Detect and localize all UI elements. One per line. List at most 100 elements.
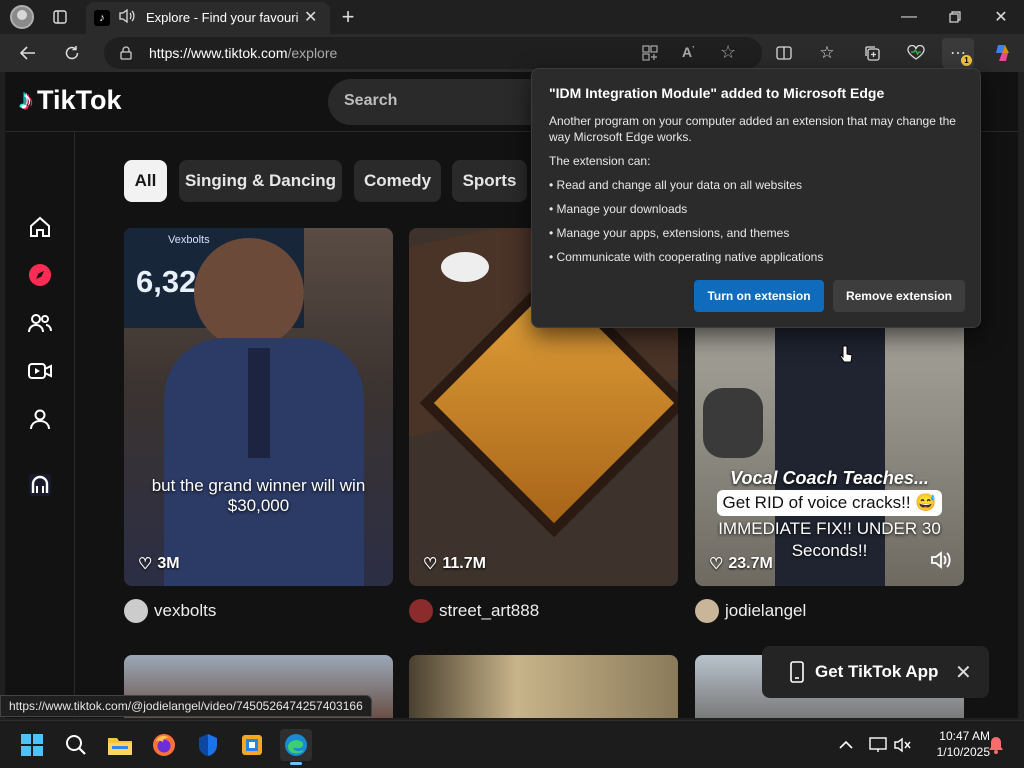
side-navigation [5,132,75,718]
avatar [695,599,719,623]
home-icon[interactable] [25,212,55,242]
url-host: https://www.tiktok.com [149,45,288,61]
likes-value: 11.7M [442,555,486,572]
video-author-2[interactable]: street_art888 [409,598,539,624]
live-icon[interactable] [25,356,55,386]
overlay-banner: Get RID of voice cracks!! 😅 [717,490,942,516]
avatar [124,599,148,623]
settings-more-icon[interactable]: ⋯ 1 [942,38,974,68]
permission-item: • Communicate with cooperating native ap… [549,250,824,264]
permission-item: • Manage your downloads [549,202,688,216]
chip-all[interactable]: All [124,160,167,202]
active-tab[interactable]: ♪ Explore - Find your favourite ✕ [86,2,330,34]
video-card-5[interactable] [409,655,678,718]
likes-count: ♡ 3M [138,554,180,574]
volume-muted-icon[interactable] [886,729,918,761]
plate [441,252,489,282]
notification-badge: 1 [961,55,972,66]
new-tab-button[interactable]: + [332,2,364,32]
tab-close-icon[interactable]: ✕ [304,7,317,27]
screen-label: Vexbolts [168,234,210,246]
profile-avatar[interactable] [10,5,34,29]
heart-icon: ♡ [138,556,153,573]
back-button[interactable] [12,38,44,68]
url-field[interactable]: https://www.tiktok.com/explore Aʼ ☆ [104,37,762,69]
volume-icon[interactable] [930,551,952,574]
overlay-title: Vocal Coach Teaches... [730,468,929,488]
video-caption-line2: $30,000 [227,496,290,515]
remove-extension-button[interactable]: Remove extension [833,280,965,312]
likes-count: ♡ 23.7M [709,554,773,574]
close-banner-icon[interactable]: ✕ [955,660,972,685]
search-icon[interactable] [60,729,92,761]
chip-singing-dancing[interactable]: Singing & Dancing [179,160,342,202]
idm-extension-icon[interactable] [25,470,55,500]
start-windows-icon[interactable] [16,729,48,761]
person-figure [194,238,304,348]
chip-comedy[interactable]: Comedy [354,160,441,202]
heart-icon: ♡ [709,556,724,573]
tiktok-logo[interactable]: ♪ TikTok [19,84,122,116]
tab-actions-icon[interactable] [44,2,76,32]
file-explorer-icon[interactable] [104,729,136,761]
split-screen-icon[interactable] [768,38,800,68]
firefox-icon[interactable] [148,729,180,761]
minimize-button[interactable]: — [893,2,925,32]
tiktok-favicon: ♪ [94,10,110,26]
close-window-button[interactable]: ✕ [985,2,1017,32]
status-link-preview: https://www.tiktok.com/@jodielangel/vide… [0,695,372,717]
address-bar: https://www.tiktok.com/explore Aʼ ☆ ☆ ⋯ … [0,34,1024,72]
video-author-1[interactable]: vexbolts [124,598,216,624]
explore-compass-icon[interactable] [25,260,55,290]
defender-shield-icon[interactable] [192,729,224,761]
phone-icon [790,661,804,688]
username: vexbolts [154,601,217,620]
mouse-cursor-icon [838,344,854,371]
favorite-star-icon[interactable]: ☆ [720,42,736,63]
status-url: https://www.tiktok.com/@jodielangel/vide… [9,699,363,713]
video-author-3[interactable]: jodielangel [695,598,806,624]
video-card-1[interactable]: Vexbolts 6,326,0 but the grand winner wi… [124,228,393,586]
username: jodielangel [725,601,807,620]
profile-icon[interactable] [25,404,55,434]
read-aloud-icon[interactable]: Aʼ [682,44,694,60]
likes-value: 23.7M [728,555,773,572]
tie [248,348,270,458]
popup-can-label: The extension can: [549,154,651,168]
chevron-up-icon[interactable] [830,729,862,761]
app-available-icon[interactable] [642,45,658,66]
permission-item: • Read and change all your data on all w… [549,178,803,192]
tab-title: Explore - Find your favourite [146,10,298,25]
lock-icon[interactable] [120,46,132,65]
extension-notification-popup: "IDM Integration Module" added to Micros… [531,68,981,328]
copilot-icon[interactable] [986,38,1018,68]
restore-button[interactable] [939,2,971,32]
collections-icon[interactable] [856,38,888,68]
tiktok-logo-text: TikTok [37,84,122,115]
windows-taskbar: 10:47 AM 1/10/2025 [0,720,1024,768]
tiktok-logo-icon: ♪ [19,84,33,115]
following-icon[interactable] [25,308,55,338]
popup-description: Another program on your computer added a… [549,114,956,144]
likes-count: ♡ 11.7M [423,554,486,574]
speaker-icon[interactable] [118,8,136,28]
likes-value: 3M [157,555,180,572]
get-app-label: Get TikTok App [815,662,939,681]
active-indicator [290,762,302,765]
avatar [409,599,433,623]
notification-bell-icon[interactable] [980,729,1012,761]
search-input[interactable]: Search [344,92,397,110]
refresh-button[interactable] [56,38,88,68]
permission-item: • Manage your apps, extensions, and them… [549,226,790,240]
edge-icon[interactable] [280,729,312,765]
app-icon[interactable] [236,729,268,761]
browser-essentials-icon[interactable] [900,38,932,68]
popup-title: "IDM Integration Module" added to Micros… [549,85,885,101]
favorites-icon[interactable]: ☆ [811,38,843,68]
turn-on-extension-button[interactable]: Turn on extension [694,280,824,312]
heart-icon: ♡ [423,556,438,573]
video-caption-line1: but the grand winner will win [151,476,366,495]
get-app-banner[interactable]: Get TikTok App ✕ [762,646,989,698]
username: street_art888 [439,601,540,620]
chip-sports[interactable]: Sports [452,160,527,202]
